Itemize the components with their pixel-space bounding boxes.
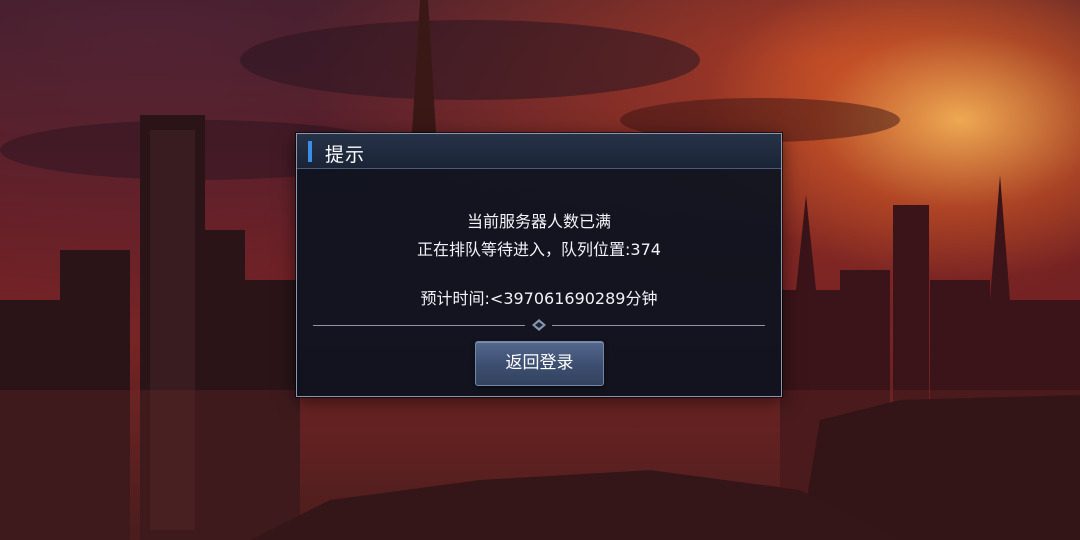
header-accent-bar [308,141,312,162]
queue-position-message: 正在排队等待进入，队列位置:374 [417,240,661,259]
diamond-ornament-icon [532,319,546,331]
divider-right [552,325,765,326]
return-to-login-button[interactable]: 返回登录 [475,341,604,386]
queue-dialog: 提示 当前服务器人数已满 正在排队等待进入，队列位置:374 预计时间:<397… [296,133,782,397]
divider-left [313,325,525,326]
dialog-title: 提示 [325,144,366,166]
dialog-header: 提示 [297,134,781,169]
estimated-time-message: 预计时间:<397061690289分钟 [420,289,658,308]
server-full-message: 当前服务器人数已满 [466,212,611,231]
